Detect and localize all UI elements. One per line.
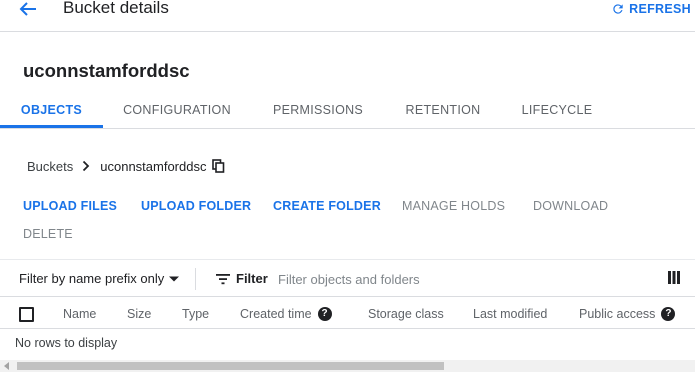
- column-label-storage-class: Storage class: [368, 307, 444, 321]
- column-header-size[interactable]: Size: [127, 307, 151, 321]
- delete-button[interactable]: DELETE: [23, 227, 73, 241]
- tab-retention[interactable]: RETENTION: [394, 96, 492, 129]
- column-header-name[interactable]: Name: [63, 307, 96, 321]
- tab-lifecycle[interactable]: LIFECYCLE: [514, 96, 600, 129]
- copy-icon: [212, 159, 225, 173]
- column-header-type[interactable]: Type: [182, 307, 209, 321]
- refresh-label: REFRESH: [629, 2, 691, 16]
- column-label-size: Size: [127, 307, 152, 321]
- filter-prefix-label: Filter by name prefix only: [19, 271, 165, 286]
- arrow-back-icon: [19, 2, 36, 16]
- select-all-checkbox[interactable]: [19, 307, 34, 322]
- filter-divider: [195, 268, 196, 290]
- chevron-right-icon: [82, 160, 90, 172]
- filter-prefix-select[interactable]: Filter by name prefix only: [19, 271, 180, 286]
- column-label-public-access: Public access: [579, 307, 656, 321]
- manage-holds-button[interactable]: MANAGE HOLDS: [402, 199, 505, 213]
- active-tab-indicator: [0, 125, 103, 128]
- column-label-created-time: Created time: [240, 307, 312, 321]
- table-header: Name Size Type Created time ? Storage cl…: [0, 298, 695, 329]
- upload-files-button[interactable]: UPLOAD FILES: [23, 199, 117, 213]
- horizontal-scrollbar[interactable]: [0, 360, 695, 372]
- filter-input[interactable]: [278, 268, 638, 290]
- page-title: Bucket details: [63, 0, 169, 17]
- filter-list-icon: [216, 273, 230, 284]
- empty-table-message: No rows to display: [15, 336, 118, 350]
- refresh-button[interactable]: REFRESH: [611, 0, 691, 19]
- refresh-icon: [613, 4, 623, 14]
- bucket-name: uconnstamforddsc: [23, 60, 190, 81]
- breadcrumb-buckets-link[interactable]: Buckets: [27, 159, 73, 174]
- create-folder-button[interactable]: CREATE FOLDER: [273, 199, 381, 213]
- column-display-icon: [668, 271, 680, 284]
- breadcrumb: Buckets uconnstamforddsc: [27, 156, 225, 176]
- copy-bucket-name-button[interactable]: [212, 159, 225, 173]
- column-label-name: Name: [63, 307, 97, 321]
- back-button[interactable]: [18, 0, 38, 18]
- scrollbar-thumb[interactable]: [17, 362, 444, 370]
- column-header-public-access[interactable]: Public access ?: [579, 307, 676, 321]
- breadcrumb-current: uconnstamforddsc: [100, 158, 207, 174]
- column-label-last-modified: Last modified: [473, 307, 548, 321]
- tab-configuration[interactable]: CONFIGURATION: [114, 96, 240, 129]
- dropdown-arrow-icon: [169, 276, 180, 281]
- column-header-created-time[interactable]: Created time ?: [240, 307, 332, 321]
- filter-button[interactable]: Filter: [216, 271, 268, 286]
- column-display-button[interactable]: [668, 271, 680, 289]
- page-header: Bucket details REFRESH: [0, 0, 695, 32]
- column-label-type: Type: [182, 307, 210, 321]
- tab-bar: OBJECTS CONFIGURATION PERMISSIONS RETENT…: [0, 96, 695, 129]
- upload-folder-button[interactable]: UPLOAD FOLDER: [141, 199, 251, 213]
- tab-permissions[interactable]: PERMISSIONS: [263, 96, 373, 129]
- column-header-last-modified[interactable]: Last modified: [473, 307, 547, 321]
- column-header-storage-class[interactable]: Storage class: [368, 307, 444, 321]
- help-icon[interactable]: ?: [661, 307, 676, 321]
- filter-label: Filter: [236, 271, 268, 286]
- scroll-left-icon[interactable]: [3, 362, 11, 370]
- filter-bar: Filter by name prefix only Filter: [0, 259, 695, 297]
- help-icon[interactable]: ?: [317, 307, 332, 321]
- download-button[interactable]: DOWNLOAD: [533, 199, 608, 213]
